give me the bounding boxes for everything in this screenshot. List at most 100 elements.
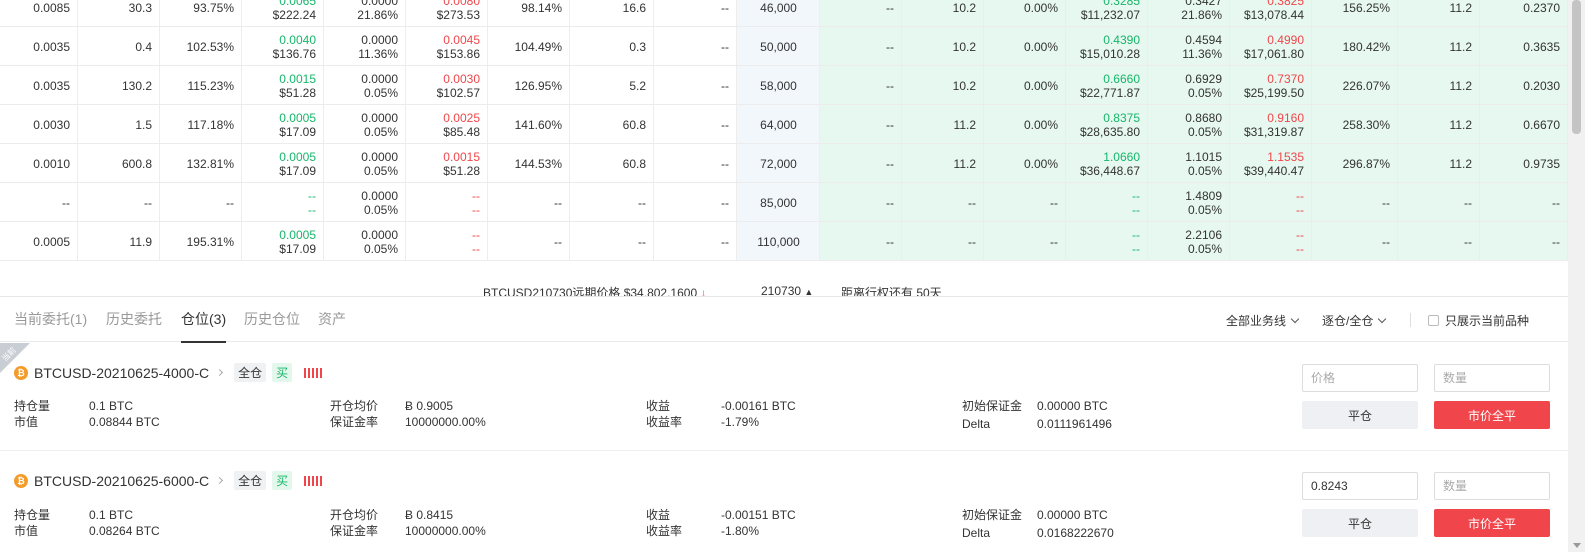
cell-c9: -- (721, 0, 729, 15)
cell-c9: -- (721, 78, 729, 93)
scroll-down-arrow-icon[interactable] (1573, 543, 1581, 548)
hold-qty: 持仓量 0.1 BTC (14, 508, 134, 522)
cell-value: 0.8680 (1185, 110, 1222, 125)
margin-mode-tag: 全仓 (234, 471, 267, 490)
close-position-button[interactable]: 平仓 (1302, 509, 1418, 537)
cell-value: 0.0005 (279, 149, 316, 164)
cell-p7: 296.87% (1342, 156, 1390, 171)
cell-p5: 0.4594 11.36% (1148, 27, 1230, 66)
cell-p3: 0.00% (1023, 0, 1058, 15)
tab-order-history[interactable]: 历史委托 (106, 309, 162, 329)
tab-positions[interactable]: 仓位(3) (181, 309, 227, 343)
cell-p1: -- (886, 78, 894, 93)
cell-c7: 141.60% (514, 117, 562, 132)
cell-p4: 0.3285 $11,232.07 (1066, 0, 1148, 27)
cell-c8: 60.8 (622, 156, 646, 171)
cell-p9: 0.9735 (1523, 156, 1560, 171)
margin-ratio: 保证金率 10000000.00% (330, 524, 486, 538)
cell-p4: 0.6660 $22,771.87 (1066, 66, 1148, 105)
chain-row[interactable]: 0.0085 30.3 93.75% 0.0065 $222.24 0.0000 21.86… (0, 0, 1568, 27)
cell-value: 0.4990 (1267, 32, 1304, 47)
chain-row[interactable]: 0.0010 600.8 132.81% 0.0005 $17.09 0.0000 0.05… (0, 144, 1568, 183)
only-current-toggle[interactable]: 只展示当前品种 (1428, 312, 1529, 329)
filter-divider (1410, 313, 1411, 327)
cell-value: -- (1296, 188, 1304, 203)
cell-c9: -- (721, 195, 729, 210)
pnl: 收益 -0.00151 BTC (646, 508, 796, 522)
cell-c6: -- -- (406, 183, 488, 222)
cell-value: 0.4390 (1103, 32, 1140, 47)
cell-p2: 11.2 (953, 117, 976, 132)
cell-strike: 58,000 (760, 78, 797, 93)
price-input[interactable] (1302, 472, 1418, 500)
delta: Delta 0.0168222670 (962, 526, 1114, 540)
cell-c6: 0.0025 $85.48 (406, 105, 488, 144)
scrollbar-thumb[interactable] (1572, 0, 1581, 134)
cell-value: 0.6660 (1103, 71, 1140, 86)
checkbox[interactable] (1428, 315, 1439, 326)
margin-mode-dropdown[interactable]: 逐仓/全仓 (1322, 312, 1387, 329)
cell-c3: 115.23% (187, 78, 234, 93)
cell-c7: 98.14% (521, 0, 562, 15)
cell-c3: 132.81% (186, 156, 234, 171)
pnl: 收益 -0.00161 BTC (646, 399, 796, 413)
cell-subvalue: $17,061.80 (1243, 46, 1304, 61)
cell-subvalue: -- (1296, 202, 1304, 217)
tab-open-orders[interactable]: 当前委托(1) (14, 309, 87, 329)
cell-c2: 1.5 (135, 117, 152, 132)
risk-level-icon (304, 475, 323, 486)
cell-c5: 0.0000 0.05% (324, 144, 406, 183)
expiry-selector[interactable]: 210730 ▲ (761, 284, 813, 296)
cell-subvalue: 0.05% (363, 202, 398, 217)
cell-c6: 0.0080 $273.53 (406, 0, 488, 27)
quantity-input[interactable] (1434, 472, 1550, 500)
cell-subvalue: $17.09 (279, 124, 316, 139)
cell-subvalue: $153.86 (436, 46, 480, 61)
chain-row[interactable]: 0.0030 1.5 117.18% 0.0005 $17.09 0.0000 0.05% 0… (0, 105, 1568, 144)
market-close-all-button[interactable]: 市价全平 (1434, 509, 1550, 537)
cell-p6: 1.1535 $39,440.47 (1230, 144, 1312, 183)
chain-row[interactable]: 0.0035 0.4 102.53% 0.0040 $136.76 0.0000 11.36… (0, 27, 1568, 66)
cell-p8: -- (1464, 195, 1472, 210)
cell-p2: 10.2 (952, 78, 976, 93)
cell-c8: 0.3 (629, 39, 646, 54)
side-tag: 买 (272, 363, 293, 382)
cell-c6: 0.0015 $51.28 (406, 144, 488, 183)
cell-p2: 10.2 (952, 0, 976, 15)
position-title[interactable]: ₿ BTCUSD-20210625-4000-C 全仓 买 (14, 363, 323, 382)
chain-row[interactable]: -- -- -- -- -- 0.0000 0.05% -- -- -- -- -- 85,000 -- -… (0, 183, 1568, 222)
pnl-ratio: 收益率 -1.80% (646, 524, 760, 538)
hold-qty: 持仓量 0.1 BTC (14, 399, 134, 413)
cell-c4: 0.0040 $136.76 (242, 27, 324, 66)
cell-c1: 0.0010 (33, 156, 70, 171)
cell-c6: 0.0030 $102.57 (406, 66, 488, 105)
close-position-button[interactable]: 平仓 (1302, 401, 1418, 429)
price-input[interactable] (1302, 364, 1418, 392)
cell-p3: 0.00% (1023, 117, 1058, 132)
cell-p7: -- (1382, 234, 1390, 249)
chain-row[interactable]: 0.0035 130.2 115.23% 0.0015 $51.28 0.0000 0.05… (0, 66, 1568, 105)
cell-value: 0.0040 (279, 32, 316, 47)
chain-row[interactable]: 0.0005 11.9 195.31% 0.0005 $17.09 0.0000 0.05%… (0, 222, 1568, 261)
cell-c4: 0.0005 $17.09 (242, 144, 324, 183)
cell-p7: -- (1382, 195, 1390, 210)
cell-value: 1.1015 (1185, 149, 1222, 164)
cell-c2: 11.9 (129, 234, 152, 249)
tab-position-history[interactable]: 历史仓位 (244, 309, 300, 329)
tab-assets[interactable]: 资产 (318, 309, 346, 329)
quantity-input[interactable] (1434, 364, 1550, 392)
position-title[interactable]: ₿ BTCUSD-20210625-6000-C 全仓 买 (14, 471, 323, 490)
cell-subvalue: 21.86% (1181, 7, 1222, 22)
vertical-scrollbar[interactable] (1568, 0, 1585, 552)
cell-subvalue: $17.09 (279, 241, 316, 256)
cell-value: 0.0030 (443, 71, 480, 86)
cell-c5: 0.0000 0.05% (324, 66, 406, 105)
cell-value: 0.0045 (443, 32, 480, 47)
business-line-dropdown[interactable]: 全部业务线 (1226, 312, 1300, 329)
cell-subvalue: -- (1132, 202, 1140, 217)
initial-margin: 初始保证金 0.00000 BTC (962, 508, 1108, 522)
margin-mode-tag: 全仓 (234, 363, 267, 382)
cell-p9: 0.2370 (1523, 0, 1560, 15)
market-close-all-button[interactable]: 市价全平 (1434, 401, 1550, 429)
cell-c9: -- (721, 39, 729, 54)
